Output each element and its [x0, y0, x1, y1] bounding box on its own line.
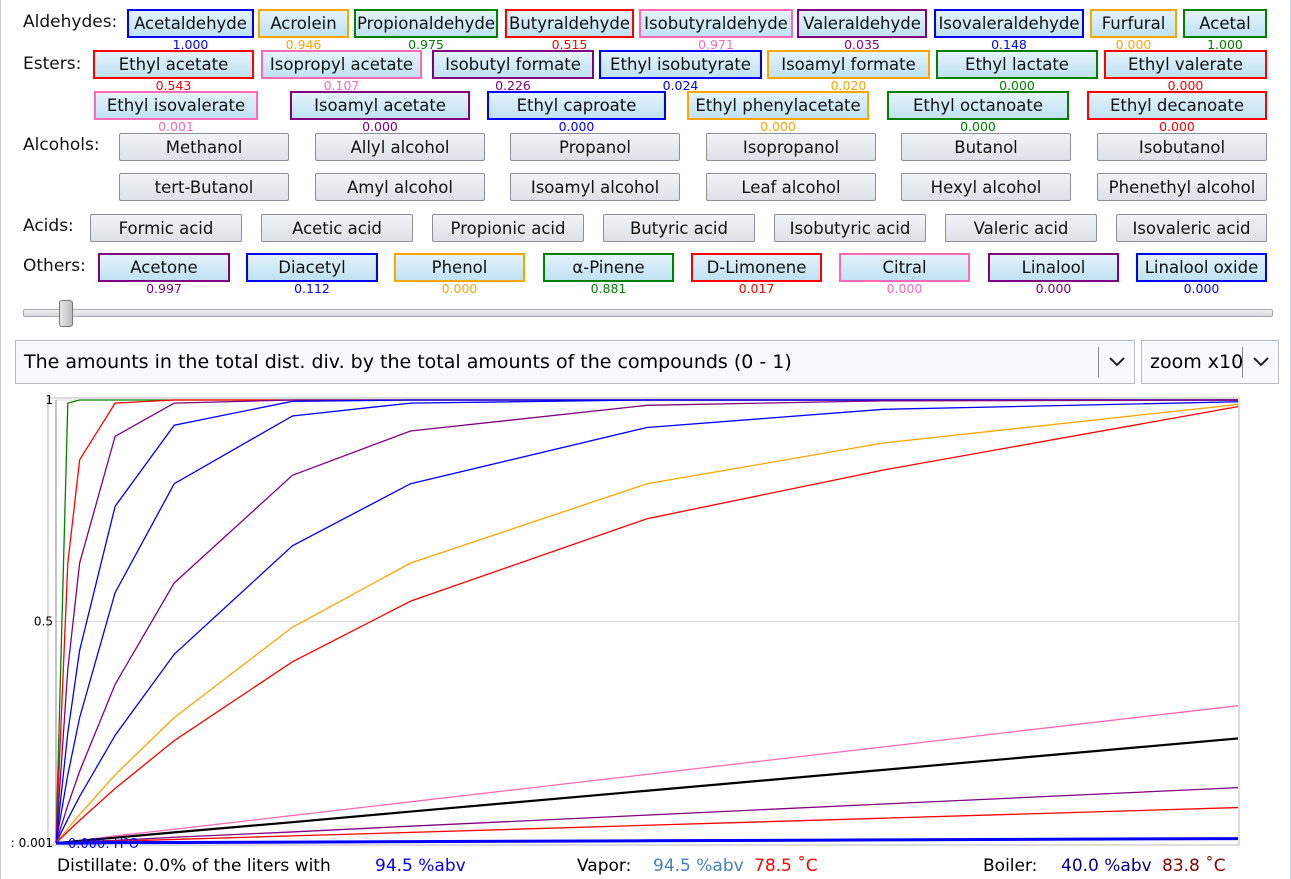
boiler-abv: 40.0 %abv	[1061, 856, 1152, 876]
compound-button-propionic-acid[interactable]: Propionic acid	[432, 214, 584, 242]
y-tick-label: 1	[45, 393, 53, 407]
compound-button-valeraldehyde[interactable]: Valeraldehyde	[797, 9, 927, 38]
chevron-down-icon	[1098, 347, 1134, 377]
compound-button-leaf-alcohol[interactable]: Leaf alcohol	[706, 173, 876, 201]
zoom-select-value: zoom x10	[1150, 351, 1244, 373]
compound-button-ethyl-isobutyrate[interactable]: Ethyl isobutyrate	[599, 50, 762, 79]
compound-button-acetal[interactable]: Acetal	[1183, 9, 1267, 38]
compound-button-isobutanol[interactable]: Isobutanol	[1097, 133, 1267, 161]
compound-value-ethyl-phenylacetate: 0.000	[760, 119, 796, 134]
compound-value-ethyl-caproate: 0.000	[558, 119, 595, 134]
compound-button-acrolein[interactable]: Acrolein	[258, 9, 349, 38]
compound-button-acetaldehyde[interactable]: Acetaldehyde	[127, 9, 254, 38]
compound-value-phenol: 0.000	[441, 281, 478, 296]
compound-value-pinene: 0.881	[590, 281, 627, 296]
compound-button-isoamyl-alcohol[interactable]: Isoamyl alcohol	[510, 173, 680, 201]
y-tick-label: 0.5	[34, 615, 53, 629]
compound-button-phenethyl-alcohol[interactable]: Phenethyl alcohol	[1097, 173, 1267, 201]
y-tick-label: : 0.001	[11, 836, 53, 850]
distillation-progress-slider[interactable]	[23, 309, 1273, 317]
compound-button-linalool[interactable]: Linalool	[988, 253, 1119, 282]
zoom-select[interactable]: zoom x10	[1141, 340, 1279, 384]
vapor-temp: 78.5 ˚C	[754, 856, 818, 876]
compound-button-phenol[interactable]: Phenol	[394, 253, 525, 282]
compound-button-ethyl-valerate[interactable]: Ethyl valerate	[1104, 50, 1267, 79]
chevron-down-icon	[1242, 347, 1278, 377]
compound-button-linalool-oxide[interactable]: Linalool oxide	[1136, 253, 1267, 282]
compound-button-furfural[interactable]: Furfural	[1090, 9, 1177, 38]
compound-value-d-limonene: 0.017	[738, 281, 775, 296]
compound-button-butyric-acid[interactable]: Butyric acid	[603, 214, 755, 242]
compound-button-isovaleric-acid[interactable]: Isovaleric acid	[1116, 214, 1267, 242]
aldehydes-label: Aldehydes:	[23, 12, 118, 32]
boiler-temp: 83.8 ˚C	[1162, 856, 1226, 876]
vapor-label: Vapor:	[577, 856, 632, 876]
compound-value-diacetyl: 0.112	[294, 281, 330, 296]
compound-button-formic-acid[interactable]: Formic acid	[90, 214, 242, 242]
boiler-label: Boiler:	[983, 856, 1038, 876]
compound-button-methanol[interactable]: Methanol	[119, 133, 289, 161]
compound-button-isopropanol[interactable]: Isopropanol	[706, 133, 876, 161]
compound-value-linalool: 0.000	[1035, 281, 1072, 296]
acids-label: Acids:	[23, 216, 74, 236]
distillation-chart: 1 0.5 : 0.001 0.000: H²O	[11, 393, 1240, 850]
compound-value-acetone: 0.997	[146, 281, 182, 296]
compound-button-isoamyl-acetate[interactable]: Isoamyl acetate	[290, 91, 470, 120]
alcohols-label: Alcohols:	[23, 135, 100, 155]
compound-button-isoamyl-formate[interactable]: Isoamyl formate	[767, 50, 930, 79]
compound-button-acetic-acid[interactable]: Acetic acid	[261, 214, 413, 242]
compound-value-ethyl-isovalerate: 0.001	[158, 119, 194, 134]
distillate-label: Distillate: 0.0% of the liters with	[57, 856, 331, 876]
compound-button-ethyl-lactate[interactable]: Ethyl lactate	[936, 50, 1098, 79]
compound-button-ethyl-caproate[interactable]: Ethyl caproate	[487, 91, 666, 120]
compound-button-isopropyl-acetate[interactable]: Isopropyl acetate	[261, 50, 422, 79]
vapor-abv: 94.5 %abv	[653, 856, 744, 876]
compound-button-ethyl-isovalerate[interactable]: Ethyl isovalerate	[94, 91, 258, 120]
mode-select[interactable]: The amounts in the total dist. div. by t…	[15, 340, 1135, 384]
compound-button-valeric-acid[interactable]: Valeric acid	[945, 214, 1097, 242]
compound-button-hexyl-alcohol[interactable]: Hexyl alcohol	[901, 173, 1071, 201]
compound-button-ethyl-octanoate[interactable]: Ethyl octanoate	[887, 91, 1069, 120]
others-label: Others:	[23, 256, 86, 276]
compound-button-butyraldehyde[interactable]: Butyraldehyde	[505, 9, 634, 38]
compound-value-isoamyl-acetate: 0.000	[362, 119, 398, 134]
compound-button-d-limonene[interactable]: D-Limonene	[691, 253, 822, 282]
compound-button-butanol[interactable]: Butanol	[901, 133, 1071, 161]
compound-button-ethyl-acetate[interactable]: Ethyl acetate	[93, 50, 254, 79]
compound-button-pinene[interactable]: α-Pinene	[543, 253, 674, 282]
compound-button-ethyl-phenylacetate[interactable]: Ethyl phenylacetate	[687, 91, 869, 120]
compound-button-diacetyl[interactable]: Diacetyl	[246, 253, 378, 282]
compound-value-linalool-oxide: 0.000	[1183, 281, 1220, 296]
mode-select-value: The amounts in the total dist. div. by t…	[24, 351, 792, 373]
compound-button-allyl-alcohol[interactable]: Allyl alcohol	[315, 133, 485, 161]
h2o-label: 0.000: H²O	[68, 837, 139, 850]
compound-button-ethyl-decanoate[interactable]: Ethyl decanoate	[1087, 91, 1267, 120]
compound-button-amyl-alcohol[interactable]: Amyl alcohol	[315, 173, 485, 201]
compound-button-citral[interactable]: Citral	[839, 253, 970, 282]
compound-button-isovaleraldehyde[interactable]: Isovaleraldehyde	[934, 9, 1084, 38]
compound-value-ethyl-octanoate: 0.000	[960, 119, 996, 134]
compound-value-ethyl-decanoate: 0.000	[1159, 119, 1195, 134]
compound-button-isobutyric-acid[interactable]: Isobutyric acid	[774, 214, 926, 242]
compound-button-tert-butanol[interactable]: tert-Butanol	[119, 173, 289, 201]
distillate-abv: 94.5 %abv	[375, 856, 466, 876]
compound-button-isobutyraldehyde[interactable]: Isobutyraldehyde	[639, 9, 793, 38]
esters-label: Esters:	[23, 54, 82, 74]
compound-button-isobutyl-formate[interactable]: Isobutyl formate	[432, 50, 594, 79]
compound-value-citral: 0.000	[886, 281, 923, 296]
slider-thumb[interactable]	[58, 300, 73, 327]
compound-button-propanol[interactable]: Propanol	[510, 133, 680, 161]
compound-button-propionaldehyde[interactable]: Propionaldehyde	[354, 9, 498, 38]
compound-button-acetone[interactable]: Acetone	[98, 253, 230, 282]
